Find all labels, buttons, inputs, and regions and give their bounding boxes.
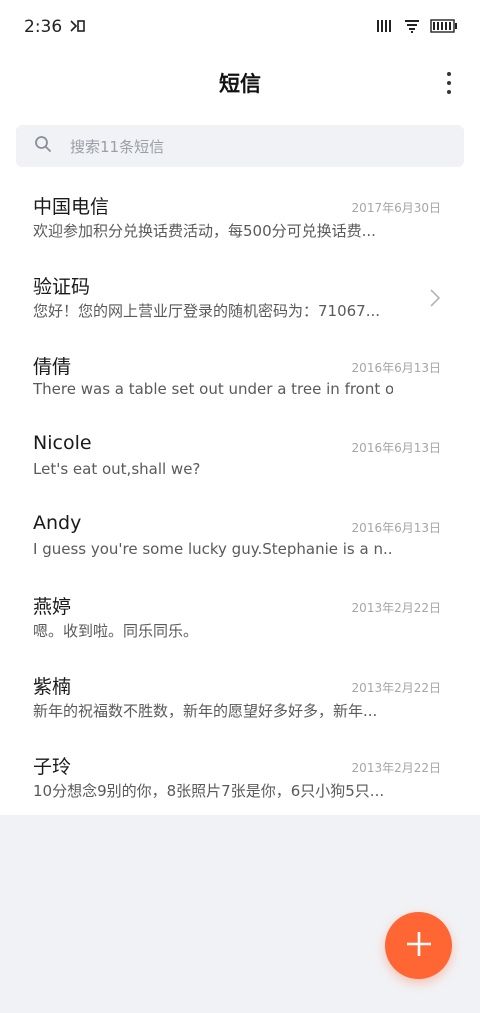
conversation-date: 2013年2月22日 bbox=[351, 601, 441, 615]
conversation-name: 子玲 bbox=[33, 756, 72, 778]
status-time: 2:36 bbox=[24, 17, 63, 37]
conversation-item[interactable]: 倩倩 2016年6月13日 There was a table set out … bbox=[0, 338, 480, 418]
search-section: 搜索11条短信 bbox=[0, 114, 480, 178]
conversation-item[interactable]: 验证码 您好！您的网上营业厅登录的随机密码为：71067... bbox=[0, 258, 480, 338]
conversation-preview: 欢迎参加积分兑换话费活动，每500分可兑换话费... bbox=[33, 222, 376, 240]
conversation-preview: 新年的祝福数不胜数，新年的愿望好多好多，新年... bbox=[33, 702, 378, 720]
search-input[interactable]: 搜索11条短信 bbox=[16, 125, 464, 167]
conversation-date: 2017年6月30日 bbox=[351, 201, 441, 215]
search-icon bbox=[34, 135, 52, 157]
battery-icon bbox=[430, 18, 458, 37]
conversation-preview: Let's eat out,shall we? bbox=[33, 460, 201, 478]
conversation-date: 2016年6月13日 bbox=[351, 521, 441, 535]
conversation-name: 验证码 bbox=[33, 276, 91, 298]
more-options-button[interactable] bbox=[442, 68, 456, 98]
conversation-item[interactable]: 中国电信 2017年6月30日 欢迎参加积分兑换话费活动，每500分可兑换话费.… bbox=[0, 178, 480, 258]
more-dot bbox=[447, 90, 451, 94]
conversation-item[interactable]: 子玲 2013年2月22日 10分想念9别的你，8张照片7张是你，6只小狗5只.… bbox=[0, 738, 480, 818]
chevron-right-icon bbox=[428, 288, 442, 308]
conversation-preview: I guess you're some lucky guy.Stephanie … bbox=[33, 540, 393, 558]
conversation-preview: 10分想念9别的你，8张照片7张是你，6只小狗5只... bbox=[33, 782, 385, 800]
conversation-name: Andy bbox=[33, 512, 82, 534]
conversation-date: 2013年2月22日 bbox=[351, 761, 441, 775]
conversation-item[interactable]: 燕婷 2013年2月22日 嗯。收到啦。同乐同乐。 bbox=[0, 578, 480, 658]
search-placeholder: 搜索11条短信 bbox=[70, 137, 165, 156]
more-dot bbox=[447, 81, 451, 85]
conversation-preview: 嗯。收到啦。同乐同乐。 bbox=[33, 622, 199, 640]
status-bar: 2:36 bbox=[0, 0, 480, 54]
notification-icon bbox=[70, 18, 86, 37]
more-vertical-icon bbox=[447, 72, 451, 76]
status-right bbox=[376, 18, 458, 37]
conversation-list: 中国电信 2017年6月30日 欢迎参加积分兑换话费活动，每500分可兑换话费.… bbox=[0, 178, 480, 815]
conversation-date: 2016年6月13日 bbox=[351, 441, 441, 455]
plus-icon bbox=[405, 930, 433, 962]
app-header: 短信 bbox=[0, 54, 480, 114]
conversation-name: 倩倩 bbox=[33, 356, 72, 378]
status-left: 2:36 bbox=[24, 17, 86, 37]
new-message-button[interactable] bbox=[385, 912, 452, 979]
conversation-date: 2013年2月22日 bbox=[351, 681, 441, 695]
conversation-item[interactable]: 紫楠 2013年2月22日 新年的祝福数不胜数，新年的愿望好多好多，新年... bbox=[0, 658, 480, 738]
conversation-item[interactable]: Andy 2016年6月13日 I guess you're some luck… bbox=[0, 498, 480, 578]
conversation-name: 中国电信 bbox=[33, 196, 110, 218]
signal-icon bbox=[376, 18, 394, 37]
page-title: 短信 bbox=[219, 72, 261, 96]
conversation-item[interactable]: Nicole 2016年6月13日 Let's eat out,shall we… bbox=[0, 418, 480, 498]
messages-screen: 2:36 短信 搜索11条短信 中国电信 2017年6月30日 欢迎参加积分兑换… bbox=[0, 0, 480, 1013]
conversation-name: Nicole bbox=[33, 432, 92, 454]
conversation-name: 燕婷 bbox=[33, 596, 72, 618]
conversation-date: 2016年6月13日 bbox=[351, 361, 441, 375]
conversation-preview: 您好！您的网上营业厅登录的随机密码为：71067... bbox=[33, 302, 381, 320]
conversation-name: 紫楠 bbox=[33, 676, 72, 698]
conversation-preview: There was a table set out under a tree i… bbox=[33, 380, 393, 398]
wifi-icon bbox=[404, 18, 420, 37]
